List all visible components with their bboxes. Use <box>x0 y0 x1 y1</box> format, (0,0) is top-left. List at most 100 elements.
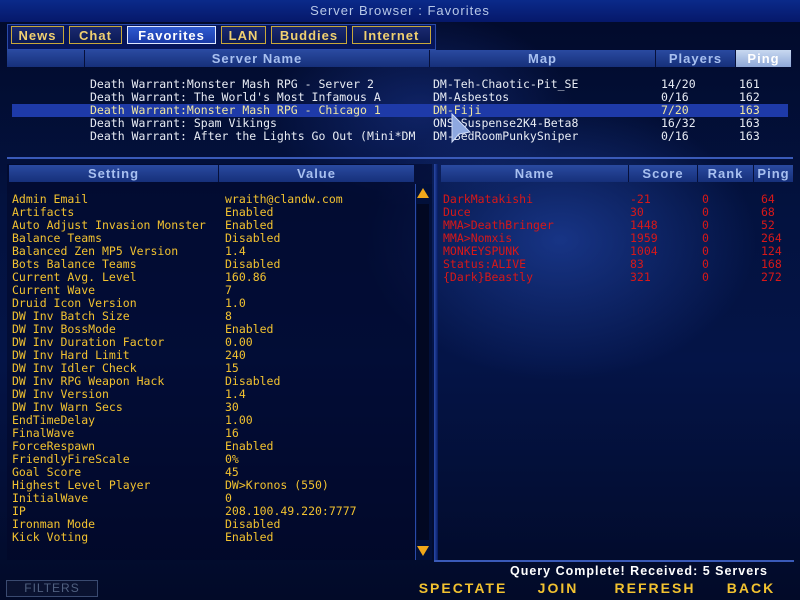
server-name: Death Warrant:Monster Mash RPG - Server … <box>90 78 374 91</box>
setting-key: FriendlyFireScale <box>12 453 130 466</box>
player-name: MMA>DeathBringer <box>443 219 554 232</box>
setting-key: Admin Email <box>12 193 89 206</box>
setting-key: Balance Teams <box>12 232 103 245</box>
player-row[interactable]: {Dark}Beastly 321 0 272 <box>443 271 795 284</box>
server-map: DM-Asbestos <box>433 91 510 104</box>
setting-row[interactable]: Admin Email wraith@clandw.com <box>12 193 412 206</box>
column-header-player-ping[interactable]: Ping <box>754 165 794 182</box>
setting-row[interactable]: Bots Balance Teams Disabled <box>12 258 412 271</box>
setting-row[interactable]: Highest Level Player DW>Kronos (550) <box>12 479 412 492</box>
setting-value: Enabled <box>225 440 274 453</box>
setting-row[interactable]: EndTimeDelay 1.00 <box>12 414 412 427</box>
setting-key: Current Avg. Level <box>12 271 137 284</box>
tab-news[interactable]: News <box>11 26 64 44</box>
column-header-map[interactable]: Map <box>430 50 656 67</box>
setting-value: 8 <box>225 310 232 323</box>
server-row[interactable]: Death Warrant: The World's Most Infamous… <box>12 91 788 104</box>
join-button[interactable]: JOIN <box>528 579 588 598</box>
setting-row[interactable]: DW Inv Hard Limit 240 <box>12 349 412 362</box>
setting-row[interactable]: IP 208.100.49.220:7777 <box>12 505 412 518</box>
spectate-button[interactable]: SPECTATE <box>413 579 513 598</box>
setting-row[interactable]: InitialWave 0 <box>12 492 412 505</box>
player-rank: 0 <box>702 245 709 258</box>
tab-lan[interactable]: LAN <box>221 26 266 44</box>
server-ping: 163 <box>739 104 760 117</box>
column-header-setting[interactable]: Setting <box>9 165 219 182</box>
setting-key: Balanced Zen MP5 Version <box>12 245 179 258</box>
player-ping: 68 <box>761 206 775 219</box>
setting-value: 0.00 <box>225 336 253 349</box>
setting-value: Enabled <box>225 531 274 544</box>
setting-key: Druid Icon Version <box>12 297 137 310</box>
server-row[interactable]: Death Warrant: Spam Vikings ONS-Suspense… <box>12 117 788 130</box>
player-row[interactable]: MONKEYSPUNK 1004 0 124 <box>443 245 795 258</box>
setting-row[interactable]: FriendlyFireScale 0% <box>12 453 412 466</box>
player-name: {Dark}Beastly <box>443 271 534 284</box>
setting-row[interactable]: DW Inv Warn Secs 30 <box>12 401 412 414</box>
setting-key: EndTimeDelay <box>12 414 96 427</box>
setting-row[interactable]: Druid Icon Version 1.0 <box>12 297 412 310</box>
column-header-player-name[interactable]: Name <box>441 165 629 182</box>
setting-value: 16 <box>225 427 239 440</box>
column-header-value[interactable]: Value <box>219 165 415 182</box>
scroll-down-arrow-icon[interactable] <box>416 544 430 558</box>
scrollbar-track[interactable] <box>417 204 429 540</box>
setting-row[interactable]: DW Inv Duration Factor 0.00 <box>12 336 412 349</box>
setting-row[interactable]: Current Wave 7 <box>12 284 412 297</box>
setting-row[interactable]: Ironman Mode Disabled <box>12 518 412 531</box>
setting-row[interactable]: Current Avg. Level 160.86 <box>12 271 412 284</box>
column-header-rank[interactable]: Rank <box>698 165 754 182</box>
column-header-server-name[interactable]: Server Name <box>85 50 430 67</box>
setting-value: DW>Kronos (550) <box>225 479 329 492</box>
tab-favorites[interactable]: Favorites <box>127 26 216 44</box>
setting-row[interactable]: Artifacts Enabled <box>12 206 412 219</box>
column-header-ping[interactable]: Ping <box>736 50 792 67</box>
column-header-players[interactable]: Players <box>656 50 736 67</box>
tab-internet[interactable]: Internet <box>352 26 431 44</box>
tab-buddies[interactable]: Buddies <box>271 26 347 44</box>
server-name: Death Warrant:Monster Mash RPG - Chicago… <box>90 104 381 117</box>
server-row[interactable]: Death Warrant:Monster Mash RPG - Server … <box>12 78 788 91</box>
server-row-selected[interactable]: Death Warrant:Monster Mash RPG - Chicago… <box>12 104 788 117</box>
player-score: -21 <box>630 193 651 206</box>
player-rank: 0 <box>702 193 709 206</box>
filters-button[interactable]: FILTERS <box>6 580 98 597</box>
tab-chat[interactable]: Chat <box>69 26 122 44</box>
setting-row[interactable]: Auto Adjust Invasion Monster Enabled <box>12 219 412 232</box>
server-row[interactable]: Death Warrant: After the Lights Go Out (… <box>12 130 788 143</box>
player-row[interactable]: MMA>DeathBringer 1448 0 52 <box>443 219 795 232</box>
server-players: 14/20 <box>661 78 696 91</box>
setting-value: 1.0 <box>225 297 246 310</box>
player-row[interactable]: MMA>Nomxis 1959 0 264 <box>443 232 795 245</box>
player-rank: 0 <box>702 232 709 245</box>
setting-row[interactable]: DW Inv Batch Size 8 <box>12 310 412 323</box>
scroll-up-arrow-icon[interactable] <box>416 186 430 200</box>
setting-row[interactable]: DW Inv RPG Weapon Hack Disabled <box>12 375 412 388</box>
column-header-score[interactable]: Score <box>629 165 698 182</box>
refresh-button[interactable]: REFRESH <box>610 579 700 598</box>
player-row[interactable]: Duce 30 0 68 <box>443 206 795 219</box>
setting-row[interactable]: FinalWave 16 <box>12 427 412 440</box>
setting-key: InitialWave <box>12 492 89 505</box>
setting-row[interactable]: Balanced Zen MP5 Version 1.4 <box>12 245 412 258</box>
setting-key: DW Inv RPG Weapon Hack <box>12 375 165 388</box>
player-score: 83 <box>630 258 644 271</box>
setting-row[interactable]: DW Inv Idler Check 15 <box>12 362 412 375</box>
back-button[interactable]: BACK <box>718 579 784 598</box>
setting-row[interactable]: DW Inv BossMode Enabled <box>12 323 412 336</box>
setting-row[interactable]: ForceRespawn Enabled <box>12 440 412 453</box>
player-row[interactable]: DarkMatakishi -21 0 64 <box>443 193 795 206</box>
setting-value: 160.86 <box>225 271 267 284</box>
setting-key: Current Wave <box>12 284 96 297</box>
setting-row[interactable]: Goal Score 45 <box>12 466 412 479</box>
server-ping: 163 <box>739 117 760 130</box>
server-ping: 161 <box>739 78 760 91</box>
setting-key: DW Inv BossMode <box>12 323 116 336</box>
setting-row[interactable]: DW Inv Version 1.4 <box>12 388 412 401</box>
setting-value: Enabled <box>225 219 274 232</box>
server-name: Death Warrant: After the Lights Go Out (… <box>90 130 416 143</box>
setting-row[interactable]: Balance Teams Disabled <box>12 232 412 245</box>
setting-value: 7 <box>225 284 232 297</box>
player-row[interactable]: Status:ALIVE 83 0 168 <box>443 258 795 271</box>
setting-row[interactable]: Kick Voting Enabled <box>12 531 412 544</box>
